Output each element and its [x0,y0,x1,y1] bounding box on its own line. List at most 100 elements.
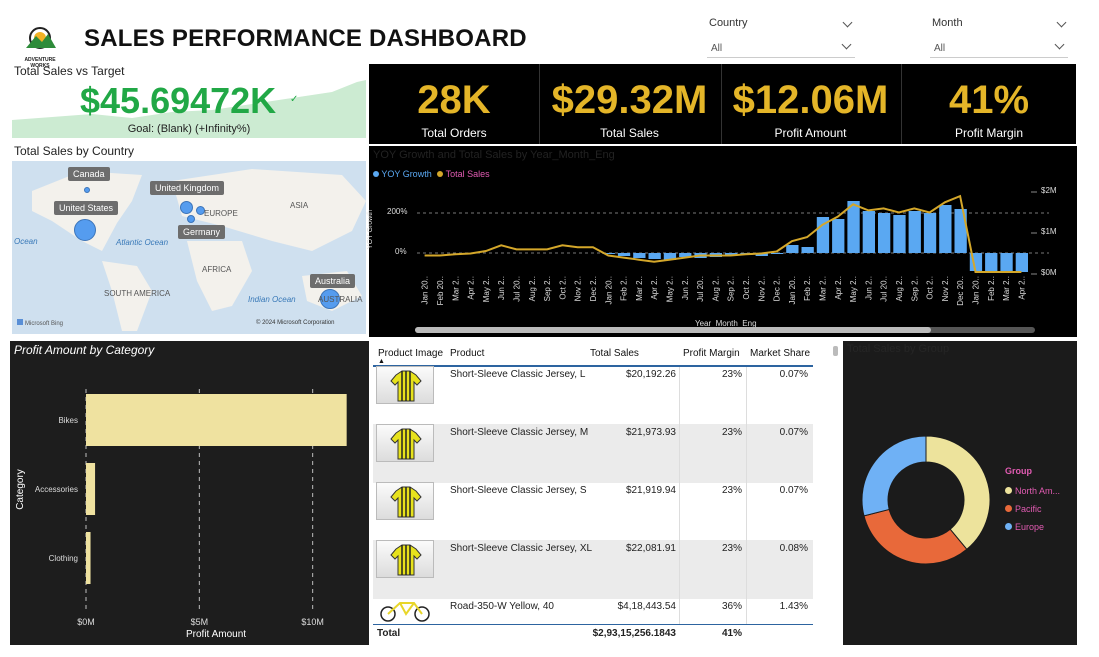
x-tick-label: Oct 2.. [742,276,751,300]
x-tick-label: Jul 20.. [512,276,521,302]
bike-thumbnail [376,598,434,622]
x-tick-label: Sep 2.. [727,276,736,301]
legend-item-pacific[interactable]: Pacific [1005,500,1060,518]
yoy-chart-card: YOY Growth and Total Sales by Year_Month… [367,146,1077,337]
map-label-united-kingdom: United Kingdom [150,181,225,195]
yoy-bar[interactable] [939,205,952,253]
yoy-bar[interactable] [617,253,631,256]
col-header-margin[interactable]: Profit Margin [683,348,740,359]
yoy-bar[interactable] [985,253,998,272]
yoy-bar[interactable] [893,215,906,253]
table-cell-sales: $21,919.94 [625,485,676,496]
col-header-product[interactable]: Product [450,348,484,359]
map-bubble-united-states[interactable] [74,219,96,241]
category-label: Bikes [58,416,78,425]
bar-accessories[interactable] [86,463,96,515]
x-tick-label: Feb 2.. [803,276,812,301]
x-tick-label: Jul 20.. [696,276,705,302]
legend-item-europe[interactable]: Europe [1005,518,1060,536]
logo-icon [26,27,56,49]
bar-clothing[interactable] [86,532,91,584]
bing-icon [17,319,23,325]
map-label-germany: Germany [178,225,226,239]
yoy-scrollbar-thumb[interactable] [415,327,931,333]
yoy-bar[interactable] [878,213,891,253]
table-cell-sales: $21,973.93 [625,427,676,438]
country-slicer[interactable]: Country All [705,14,855,58]
ocean-label-pacific: Ocean [14,237,38,246]
table-cell-product: Road-350-W Yellow, 40 [450,601,554,612]
jersey-icon [390,544,422,576]
country-slicer-value[interactable]: All [707,40,855,58]
col-header-image[interactable]: Product Image [378,348,443,359]
x-tick-label: Jan 20.. [971,276,980,304]
kpi-profit-amount: $12.06M Profit Amount [721,64,899,144]
yoy-bar[interactable] [648,253,661,259]
profit-axis-label: Profit Amount [186,629,247,640]
category-label: Accessories [35,485,78,494]
x-tick-label: Mar 2.. [451,276,460,301]
yoy-bar[interactable] [786,245,799,253]
col-header-sales[interactable]: Total Sales [590,348,639,359]
jersey-icon [390,486,422,518]
kpi-total-sales: $29.32M Total Sales [539,64,719,144]
x-tick-label: Jul 20.. [880,276,889,302]
map-label-canada: Canada [68,167,110,181]
yoy-bar[interactable] [770,253,784,254]
x-tick-label: Jan 20.. [421,276,430,304]
bar-bikes[interactable] [86,394,347,446]
table-scrollbar[interactable] [833,346,838,356]
yoy-bar[interactable] [1000,253,1013,271]
chevron-down-icon[interactable] [1056,17,1067,28]
legend-item-north-america[interactable]: North Am... [1005,482,1060,500]
yoy-bar[interactable] [847,201,860,253]
x-tick-label: Aug 2.. [528,276,537,301]
x-tick-label: $5M [191,617,209,627]
profit-bar-plot[interactable]: $0M $5M $10M Bikes Accessories Clothing [10,341,369,645]
x-tick-label: May 2.. [665,276,674,302]
col-header-share[interactable]: Market Share [750,348,810,359]
table-cell-share: 0.08% [779,543,808,554]
logo: ADVENTURE WORKS [20,22,60,69]
yoy-bar[interactable] [832,219,845,253]
yoy-bar[interactable] [1015,253,1028,272]
jersey-thumbnail [376,540,434,578]
x-tick-label: Mar 2.. [818,276,827,301]
x-tick-label: Jan 20.. [788,276,797,304]
kpi-label: Profit Amount [774,126,847,140]
table-footer-rule [373,624,813,625]
yoy-bar[interactable] [908,211,921,253]
sales-vs-target-goal: Goal: (Blank) (+Infinity%) [127,123,251,135]
chevron-down-icon[interactable] [842,17,853,28]
yoy-plot[interactable]: Jan 20.. Feb 20.. Mar 2.. Apr 2.. May 2.. Jun… [369,146,1077,337]
yoy-bar[interactable] [801,247,814,253]
category-label: Clothing [49,554,78,563]
kpi-total-orders: 28K Total Orders [372,64,536,144]
x-tick-label: Apr 2.. [1017,276,1026,300]
month-slicer-value[interactable]: All [930,40,1068,58]
ocean-label-indian: Indian Ocean [248,295,296,304]
table-cell-margin: 23% [721,369,742,380]
yoy-scrollbar[interactable] [415,327,1035,333]
month-slicer[interactable]: Month All [928,14,1070,58]
donut-slice-pacific[interactable] [863,508,968,565]
yoy-bar[interactable] [633,253,646,258]
x-tick-label: Jun 2.. [497,276,506,300]
yoy-bar[interactable] [862,211,875,253]
donut-legend: North Am... Pacific Europe [1005,482,1060,536]
month-slicer-label: Month [932,17,963,29]
sales-vs-target-value: $45.69472K [80,80,277,121]
donut-slice-north-america[interactable] [925,435,991,551]
donut-slice-europe[interactable] [861,435,927,517]
map-bubble-canada[interactable] [84,187,90,193]
x-tick-label: Dec 2.. [773,276,782,301]
map-title: Total Sales by Country [14,144,135,158]
map-bubble-germany[interactable] [187,215,195,223]
legend-dot [1005,505,1012,512]
check-icon: ✓ [290,94,299,105]
table-col-divider [679,367,680,624]
map-bubble-united-kingdom[interactable] [180,201,193,214]
yoy-bar[interactable] [923,213,937,253]
sales-map[interactable]: Canada United Kingdom United States Germ… [12,161,366,334]
sort-arrow-icon[interactable]: ▲ [378,358,385,365]
